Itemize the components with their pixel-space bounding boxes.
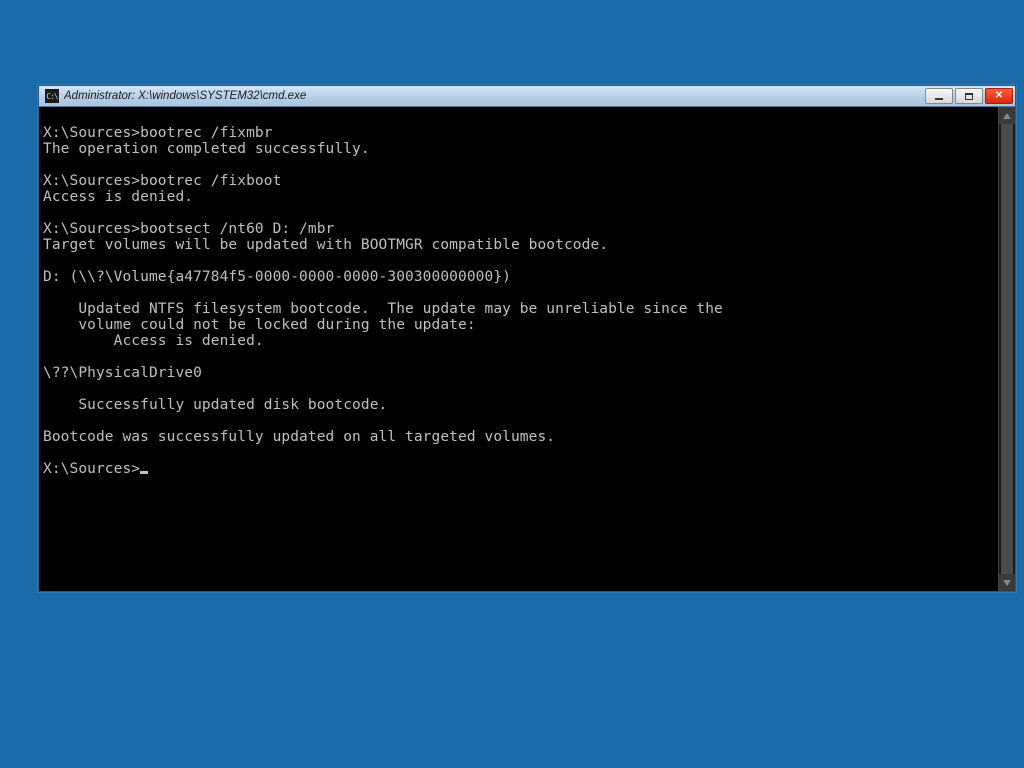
terminal-line: volume could not be locked during the up… [43,317,994,333]
terminal-line: D: (\\?\Volume{a47784f5-0000-0000-0000-3… [43,269,994,285]
cmd-window: C:\ Administrator: X:\windows\SYSTEM32\c… [38,85,1016,592]
terminal-line: The operation completed successfully. [43,141,994,157]
maximize-button[interactable] [955,88,983,104]
cursor [140,471,148,474]
terminal-prompt-line: X:\Sources> [43,461,994,477]
cmd-icon: C:\ [45,89,59,103]
scrollbar-track[interactable] [999,124,1015,574]
terminal-line: X:\Sources>bootrec /fixboot [43,173,994,189]
window-controls: ✕ [925,88,1013,104]
terminal-output[interactable]: X:\Sources>bootrec /fixmbrThe operation … [39,107,998,591]
terminal-line: Updated NTFS filesystem bootcode. The up… [43,301,994,317]
terminal-line [43,381,994,397]
terminal-body: X:\Sources>bootrec /fixmbrThe operation … [39,107,1015,591]
terminal-line [43,349,994,365]
terminal-line [43,445,994,461]
scroll-up-button[interactable] [999,107,1015,124]
terminal-line [43,109,994,125]
window-title: Administrator: X:\windows\SYSTEM32\cmd.e… [64,90,925,102]
close-button[interactable]: ✕ [985,88,1013,104]
minimize-icon [935,98,943,100]
terminal-line: Successfully updated disk bootcode. [43,397,994,413]
terminal-line [43,253,994,269]
terminal-line: X:\Sources>bootsect /nt60 D: /mbr [43,221,994,237]
terminal-line [43,413,994,429]
scroll-down-button[interactable] [999,574,1015,591]
terminal-line [43,285,994,301]
terminal-line: Bootcode was successfully updated on all… [43,429,994,445]
minimize-button[interactable] [925,88,953,104]
close-icon: ✕ [995,91,1003,101]
terminal-line [43,205,994,221]
terminal-line: Access is denied. [43,333,994,349]
scrollbar-thumb[interactable] [1001,124,1013,574]
chevron-up-icon [1003,113,1011,119]
terminal-line: Access is denied. [43,189,994,205]
chevron-down-icon [1003,580,1011,586]
terminal-line: \??\PhysicalDrive0 [43,365,994,381]
terminal-line: X:\Sources>bootrec /fixmbr [43,125,994,141]
prompt-text: X:\Sources> [43,461,140,477]
maximize-icon [965,93,973,100]
terminal-line: Target volumes will be updated with BOOT… [43,237,994,253]
vertical-scrollbar[interactable] [998,107,1015,591]
titlebar[interactable]: C:\ Administrator: X:\windows\SYSTEM32\c… [39,86,1015,107]
terminal-line [43,157,994,173]
